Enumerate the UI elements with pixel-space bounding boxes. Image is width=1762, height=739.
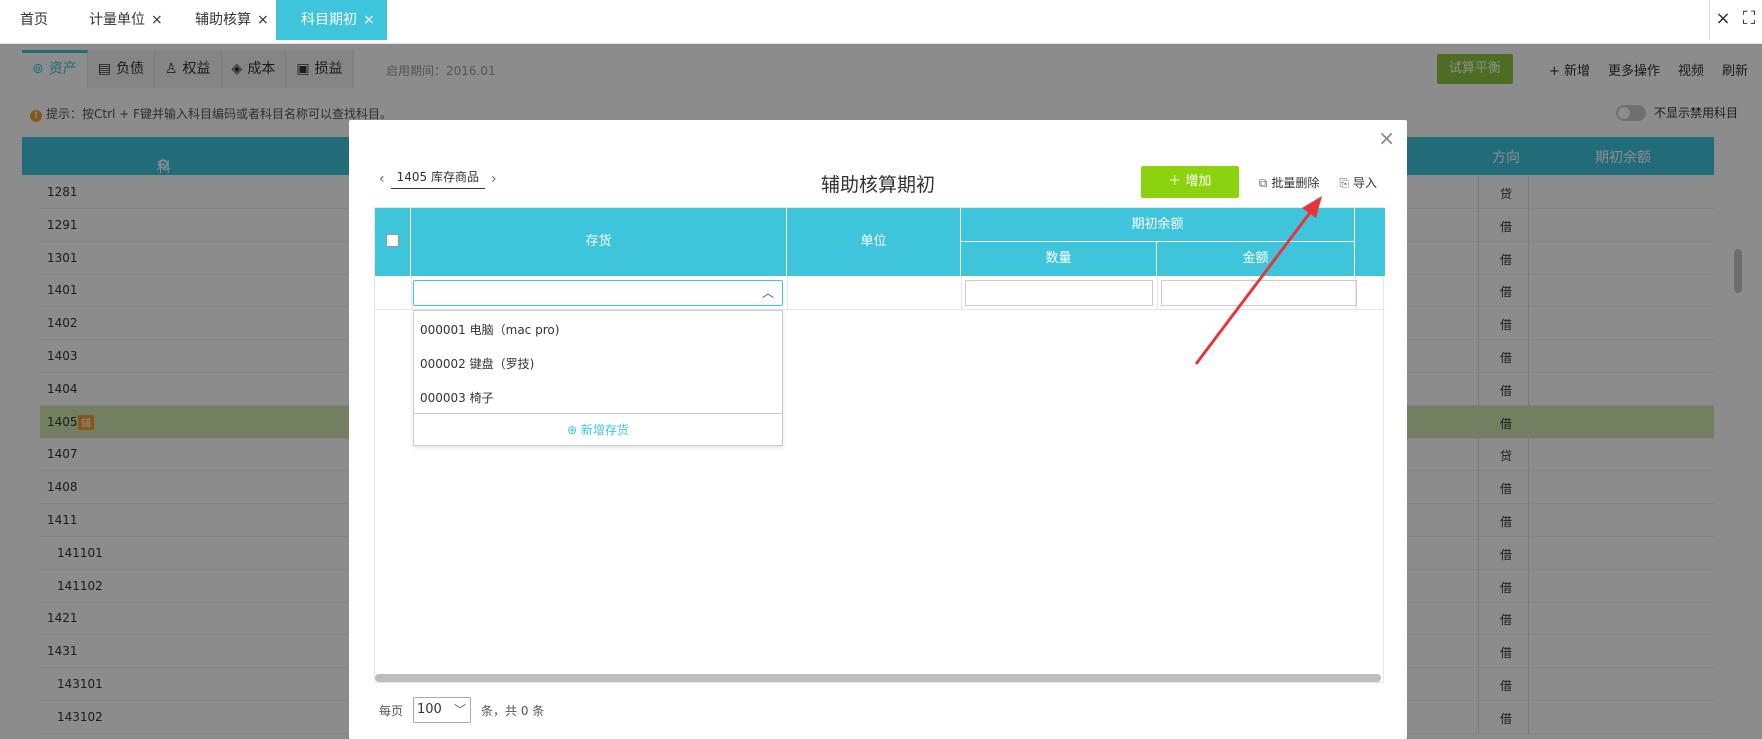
select-all-checkbox[interactable] [386,234,399,247]
copy-icon: ⧉ [1258,175,1268,190]
col-unit: 单位 [787,208,961,276]
pagination: 每页 100 ﹀ 条，共 0 条 [379,697,544,723]
divider [1157,276,1158,310]
horizontal-scrollbar[interactable] [375,674,1381,682]
close-icon[interactable]: × [363,12,375,28]
close-icon[interactable]: × [151,12,163,28]
inventory-dropdown: 000001 电脑（mac pro) 000002 键盘（罗技) 000003 … [413,310,783,446]
batch-delete-button[interactable]: ⧉ 批量删除 [1259,174,1320,191]
col-opening-balance: 期初余额 [961,208,1355,242]
divider [787,276,788,310]
import-label: 导入 [1352,175,1377,190]
inventory-option[interactable]: 000002 键盘（罗技) [420,355,534,372]
col-amount: 金额 [1157,242,1355,276]
tab-opening-balance-label: 科目期初 [301,12,357,28]
record-summary: 条，共 0 条 [481,703,545,718]
import-icon: ⎘ [1339,175,1349,190]
import-button[interactable]: ⎘ 导入 [1339,174,1377,191]
select-all-cell [375,208,411,276]
tab-measure-unit[interactable]: 计量单位 × [89,0,163,40]
fullscreen-icon[interactable]: ⛶ [1736,0,1762,40]
close-icon[interactable]: × [257,12,269,28]
table-header: 存货 单位 期初余额 数量 金额 [375,208,1385,276]
divider [411,276,412,310]
inventory-select[interactable]: ︿ [413,280,783,306]
page-size-value: 100 [417,702,442,717]
chevron-up-icon: ︿ [761,286,774,300]
aux-balance-table: 存货 单位 期初余额 数量 金额 ︿ 000001 电脑（mac pro) 00… [374,207,1385,683]
tab-measure-unit-label: 计量单位 [89,12,145,28]
tab-aux-accounting[interactable]: 辅助核算 × [195,0,269,40]
col-quantity: 数量 [961,242,1157,276]
add-inventory-button[interactable]: ⊕ 新增存货 [414,413,782,446]
tab-aux-accounting-label: 辅助核算 [195,12,251,28]
close-icon[interactable]: × [1378,126,1395,150]
amount-input[interactable] [1161,280,1357,306]
divider [961,276,962,310]
add-row-button[interactable]: ＋ 增加 [1140,166,1239,198]
tab-opening-balance[interactable]: 科目期初 × [276,0,387,40]
per-page-label: 每页 [379,703,404,718]
dialog-actions: ＋ 增加 ⧉ 批量删除 ⎘ 导入 [1140,166,1377,198]
tab-home[interactable]: 首页 [20,0,48,40]
edit-row: ︿ [375,276,1385,310]
window-controls: × ⛶ [1709,0,1762,40]
inventory-option[interactable]: 000001 电脑（mac pro) [420,321,559,338]
tab-home-label: 首页 [20,12,48,28]
quantity-input[interactable] [965,280,1153,306]
inventory-option[interactable]: 000003 椅子 [420,389,494,406]
close-icon[interactable]: × [1710,0,1736,40]
batch-delete-label: 批量删除 [1271,175,1320,190]
col-inventory: 存货 [411,208,787,276]
top-tab-bar: 首页 计量单位 × 辅助核算 × 科目期初 × × ⛶ [0,0,1762,44]
chevron-down-icon: ﹀ [454,703,467,717]
page-size-select[interactable]: 100 ﹀ [413,697,472,723]
aux-opening-balance-dialog: × ‹ 1405 库存商品 › 辅助核算期初 ＋ 增加 ⧉ 批量删除 ⎘ 导入 存货… [349,120,1407,739]
